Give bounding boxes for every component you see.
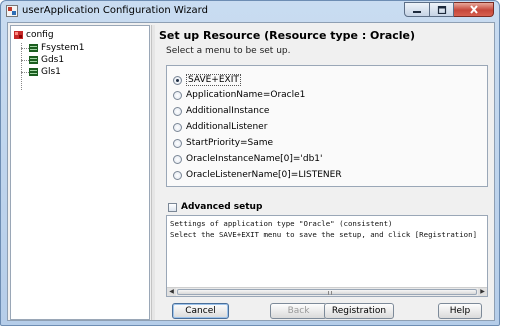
maximize-icon xyxy=(437,5,446,14)
wizard-body: config Fsystem1 Gds1 Gls1 Set up Resourc… xyxy=(7,22,495,321)
radio-button[interactable] xyxy=(173,170,182,180)
option-additional-instance[interactable]: AdditionalInstance xyxy=(173,106,269,116)
option-save-exit[interactable]: SAVE+EXIT xyxy=(173,74,241,86)
tree-node-label: Fsystem1 xyxy=(41,43,85,53)
tree-connector xyxy=(21,48,29,49)
tree-node-label: Gds1 xyxy=(41,55,65,65)
message-line: Select the SAVE+EXIT menu to save the se… xyxy=(170,230,478,239)
tree-node-label: Gls1 xyxy=(41,67,61,77)
radio-button-selected[interactable] xyxy=(173,75,182,85)
radio-button[interactable] xyxy=(173,138,182,148)
window-controls xyxy=(404,2,494,17)
radio-button[interactable] xyxy=(173,154,182,164)
maximize-button[interactable] xyxy=(430,2,454,17)
tree-connector xyxy=(21,72,29,73)
registration-button[interactable]: Registration xyxy=(324,303,394,319)
option-additional-listener[interactable]: AdditionalListener xyxy=(173,122,267,132)
option-start-priority[interactable]: StartPriority=Same xyxy=(173,138,273,148)
option-application-name[interactable]: ApplicationName=Oracle1 xyxy=(173,90,305,100)
option-label: AdditionalInstance xyxy=(186,106,270,116)
cancel-button[interactable]: Cancel xyxy=(172,303,229,319)
config-folder-icon xyxy=(14,31,23,39)
scrollbar-thumb[interactable] xyxy=(177,289,477,295)
tree-node-gls1[interactable]: Gls1 xyxy=(29,67,61,77)
option-label: OracleInstanceName[0]='db1' xyxy=(186,154,323,164)
message-area[interactable]: Settings of application type "Oracle" (c… xyxy=(166,215,488,297)
option-label: AdditionalListener xyxy=(186,122,268,132)
help-button[interactable]: Help xyxy=(438,303,482,319)
tree-node-fsystem1[interactable]: Fsystem1 xyxy=(29,43,84,53)
resource-tree[interactable]: config Fsystem1 Gds1 Gls1 xyxy=(10,25,150,320)
minimize-icon xyxy=(413,10,421,13)
advanced-setup-checkbox[interactable] xyxy=(168,202,177,212)
grip-icon xyxy=(328,291,332,295)
option-label: ApplicationName=Oracle1 xyxy=(186,90,306,100)
wizard-window: userApplication Configuration Wizard con… xyxy=(0,0,500,326)
close-icon xyxy=(469,5,478,14)
panel-splitter[interactable] xyxy=(151,25,155,320)
advanced-setup-toggle[interactable]: Advanced setup xyxy=(168,202,262,212)
resource-icon xyxy=(29,44,38,52)
page-subtitle: Select a menu to be set up. xyxy=(166,46,291,56)
radio-button[interactable] xyxy=(173,106,182,116)
resource-icon xyxy=(29,68,38,76)
option-label: OracleListenerName[0]=LISTENER xyxy=(186,170,342,180)
radio-button[interactable] xyxy=(173,90,182,100)
menu-options-panel: SAVE+EXIT ApplicationName=Oracle1 Additi… xyxy=(166,65,488,187)
tree-node-config[interactable]: config xyxy=(14,30,54,40)
option-oracle-instance-name[interactable]: OracleInstanceName[0]='db1' xyxy=(173,154,323,164)
tree-connector xyxy=(21,60,29,61)
title-bar[interactable]: userApplication Configuration Wizard xyxy=(1,1,499,21)
message-line: Settings of application type "Oracle" (c… xyxy=(170,219,393,228)
back-button[interactable]: Back xyxy=(270,303,327,319)
window-title: userApplication Configuration Wizard xyxy=(22,5,208,16)
resource-icon xyxy=(29,56,38,64)
horizontal-scrollbar[interactable]: ◀ ▶ xyxy=(167,287,487,296)
scroll-left-icon[interactable]: ◀ xyxy=(167,288,176,296)
option-oracle-listener-name[interactable]: OracleListenerName[0]=LISTENER xyxy=(173,170,342,180)
page-title: Set up Resource (Resource type : Oracle) xyxy=(159,29,416,42)
radio-button[interactable] xyxy=(173,122,182,132)
option-label: StartPriority=Same xyxy=(186,138,274,148)
advanced-setup-label: Advanced setup xyxy=(181,202,263,212)
minimize-button[interactable] xyxy=(404,2,430,17)
option-label: SAVE+EXIT xyxy=(186,74,241,86)
close-button[interactable] xyxy=(454,2,494,17)
tree-node-gds1[interactable]: Gds1 xyxy=(29,55,64,65)
application-icon xyxy=(6,5,18,17)
tree-connector xyxy=(21,43,22,90)
tree-node-label: config xyxy=(26,30,54,40)
scroll-right-icon[interactable]: ▶ xyxy=(478,288,487,296)
